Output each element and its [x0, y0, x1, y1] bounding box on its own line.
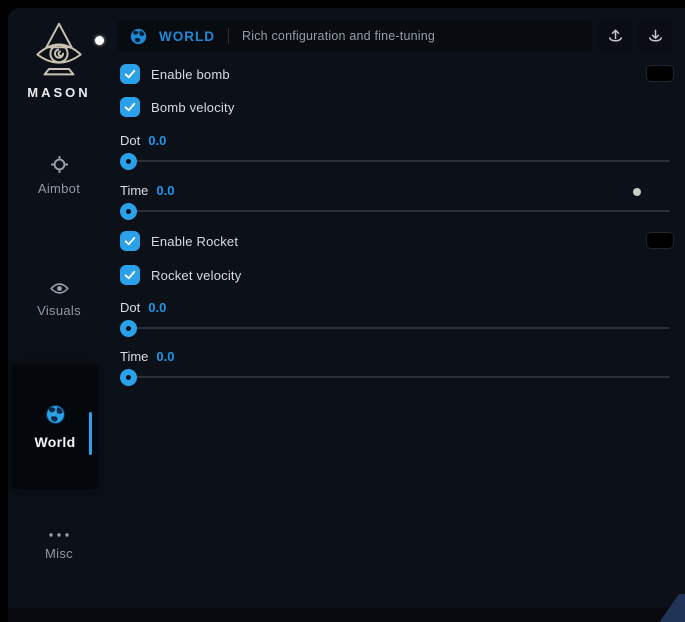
sidebar-item-misc[interactable]: Misc	[8, 532, 110, 561]
section-header-bar: WORLD Rich configuration and fine-tuning	[118, 20, 592, 52]
sidebar-item-visuals[interactable]: Visuals	[8, 282, 110, 318]
checkmark-icon	[123, 100, 137, 114]
slider-label-row: Time 0.0	[120, 182, 670, 198]
enable-bomb-checkbox[interactable]	[120, 64, 140, 84]
slider-track[interactable]	[120, 376, 670, 378]
cursor-dot-secondary	[633, 188, 641, 196]
checkbox-label: Bomb velocity	[151, 100, 235, 115]
bomb-color-swatch[interactable]	[646, 65, 674, 82]
all-seeing-eye-logo-icon	[30, 22, 88, 78]
download-config-button[interactable]	[639, 20, 672, 52]
header-divider	[228, 28, 229, 44]
sidebar-item-label: Visuals	[37, 303, 81, 318]
corner-background-glow	[647, 594, 685, 622]
slider-label: Dot	[120, 300, 140, 315]
checkmark-icon	[123, 234, 137, 248]
checkmark-icon	[123, 268, 137, 282]
sidebar-item-world[interactable]: World	[12, 365, 98, 489]
cursor-dot	[95, 36, 104, 45]
sidebar: MASON Aimbot Visuals World	[8, 8, 118, 622]
checkbox-label: Enable Rocket	[151, 234, 238, 249]
slider-label: Dot	[120, 133, 140, 148]
globe-icon	[45, 404, 66, 425]
slider-bomb-time: Time 0.0	[120, 182, 670, 212]
slider-bomb-dot: Dot 0.0	[120, 132, 670, 162]
sidebar-item-label: World	[35, 434, 76, 450]
sidebar-item-aimbot[interactable]: Aimbot	[8, 156, 110, 196]
slider-rocket-time: Time 0.0	[120, 348, 670, 378]
slider-value: 0.0	[156, 183, 174, 198]
ellipsis-icon	[48, 532, 70, 538]
checkbox-row-bomb-velocity: Bomb velocity	[120, 97, 674, 117]
checkmark-icon	[123, 67, 137, 81]
slider-value: 0.0	[148, 133, 166, 148]
globe-icon	[130, 28, 147, 45]
section-header: WORLD Rich configuration and fine-tuning	[118, 20, 672, 52]
app-window: MASON Aimbot Visuals World	[8, 8, 685, 622]
eye-icon	[50, 282, 69, 295]
rocket-velocity-checkbox[interactable]	[120, 265, 140, 285]
checkbox-label: Rocket velocity	[151, 268, 241, 283]
upload-config-button[interactable]	[599, 20, 632, 52]
slider-rocket-dot: Dot 0.0	[120, 299, 670, 329]
slider-track[interactable]	[120, 160, 670, 162]
slider-label-row: Dot 0.0	[120, 299, 670, 315]
slider-value: 0.0	[156, 349, 174, 364]
upload-icon	[608, 29, 623, 44]
slider-thumb[interactable]	[120, 320, 137, 337]
slider-label-row: Dot 0.0	[120, 132, 670, 148]
slider-label: Time	[120, 183, 148, 198]
slider-label-row: Time 0.0	[120, 348, 670, 364]
enable-rocket-checkbox[interactable]	[120, 231, 140, 251]
main-panel: WORLD Rich configuration and fine-tuning	[118, 8, 672, 622]
page-subtitle: Rich configuration and fine-tuning	[242, 29, 435, 43]
slider-thumb[interactable]	[120, 203, 137, 220]
checkbox-label: Enable bomb	[151, 67, 230, 82]
bottom-strip	[8, 608, 685, 622]
logo-text: MASON	[8, 85, 110, 100]
slider-track[interactable]	[120, 327, 670, 329]
rocket-color-swatch[interactable]	[646, 232, 674, 249]
crosshair-icon	[51, 156, 68, 173]
sidebar-item-label: Misc	[45, 546, 73, 561]
checkbox-row-rocket-velocity: Rocket velocity	[120, 265, 674, 285]
checkbox-row-enable-bomb: Enable bomb	[120, 64, 674, 84]
slider-value: 0.0	[148, 300, 166, 315]
checkbox-row-enable-rocket: Enable Rocket	[120, 231, 674, 251]
slider-label: Time	[120, 349, 148, 364]
page-title: WORLD	[159, 29, 215, 44]
slider-thumb[interactable]	[120, 153, 137, 170]
slider-track[interactable]	[120, 210, 670, 212]
active-indicator-bar	[89, 412, 92, 455]
download-icon	[648, 29, 663, 44]
slider-thumb[interactable]	[120, 369, 137, 386]
bomb-velocity-checkbox[interactable]	[120, 97, 140, 117]
mason-logo: MASON	[8, 22, 110, 100]
sidebar-item-label: Aimbot	[38, 181, 80, 196]
